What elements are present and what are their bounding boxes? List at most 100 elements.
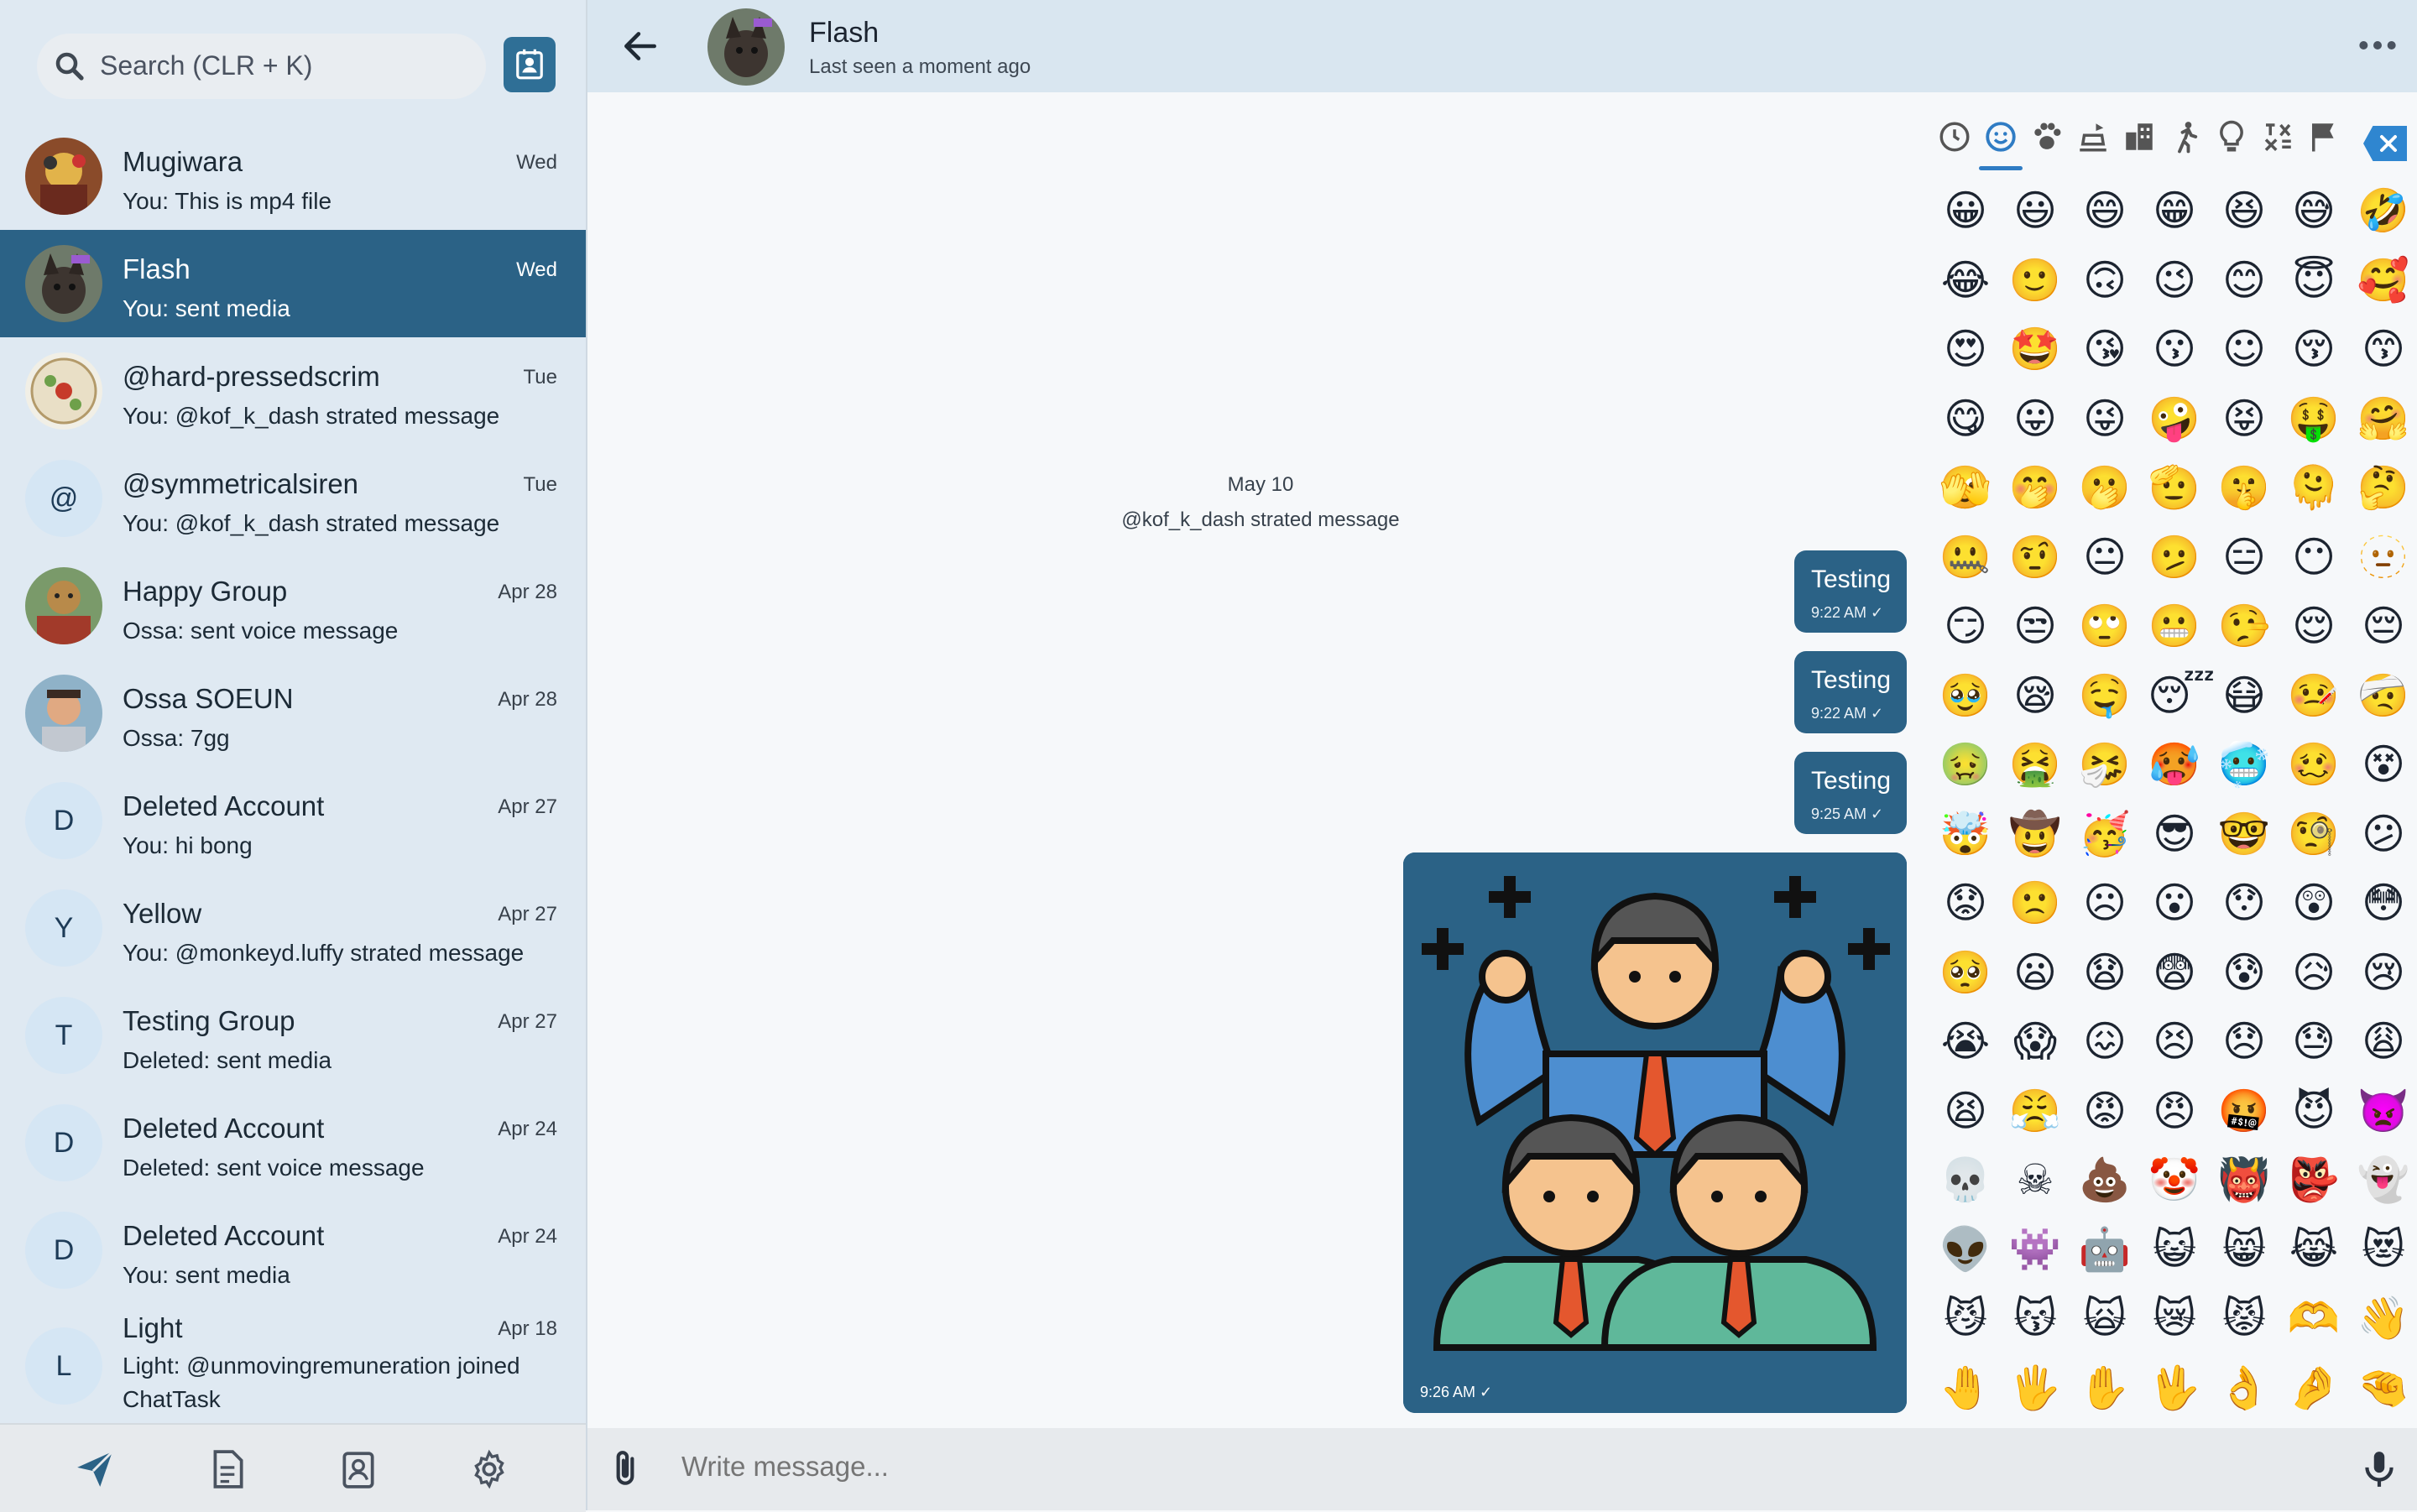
emoji-button[interactable]: 😩 [2357, 1012, 2410, 1071]
emoji-button[interactable]: 👺 [2287, 1150, 2341, 1209]
emoji-button[interactable]: 😕 [2357, 805, 2410, 863]
chat-item-hard-pressedscrim[interactable]: @hard-pressedscrim You: @kof_k_dash stra… [0, 337, 586, 445]
emoji-button[interactable]: 🫤 [2148, 528, 2201, 587]
emoji-button[interactable]: 😹 [2287, 1220, 2341, 1279]
emoji-button[interactable]: 🤑 [2287, 389, 2341, 448]
emoji-button[interactable]: 🥳 [2078, 805, 2132, 863]
attach-paperclip-icon[interactable] [604, 1448, 646, 1490]
emoji-button[interactable]: 🤚 [1939, 1358, 1992, 1417]
message-input[interactable] [680, 1450, 2194, 1483]
emoji-button[interactable]: 🤩 [2008, 320, 2062, 378]
emoji-button[interactable]: 😐 [2078, 528, 2132, 587]
more-options-icon[interactable] [2357, 30, 2399, 60]
emoji-button[interactable]: 🤢 [1939, 735, 1992, 794]
emoji-button[interactable]: 🖖 [2148, 1358, 2201, 1417]
emoji-button[interactable]: 😑 [2217, 528, 2271, 587]
emoji-button[interactable]: 😂 [1939, 251, 1992, 310]
header-avatar[interactable] [707, 8, 785, 86]
emoji-button[interactable]: 😞 [2217, 1012, 2271, 1071]
emoji-button[interactable]: 🥰 [2357, 251, 2410, 310]
emoji-button[interactable]: 👾 [2008, 1220, 2062, 1279]
emoji-button[interactable]: 🤠 [2008, 805, 2062, 863]
symbols-icon[interactable] [2260, 119, 2295, 154]
emoji-button[interactable]: 🤧 [2078, 735, 2132, 794]
emoji-button[interactable]: 😳 [2357, 873, 2410, 932]
contacts-button[interactable] [504, 37, 556, 92]
emoji-button[interactable]: 💀 [1939, 1150, 1992, 1209]
emoji-button[interactable]: 😥 [2287, 943, 2341, 1002]
emoji-button[interactable]: 😚 [2287, 320, 2341, 378]
image-message[interactable]: 9:26 AM ✓ [1403, 852, 1907, 1413]
emoji-button[interactable]: 😻 [2357, 1220, 2410, 1279]
emoji-button[interactable]: 😁 [2148, 181, 2201, 240]
contacts-book-icon[interactable] [337, 1448, 379, 1490]
emoji-button[interactable]: 😙 [2357, 320, 2410, 378]
emoji-button[interactable]: 🤌 [2287, 1358, 2341, 1417]
chat-item-light[interactable]: L Light Light: @unmovingremuneration joi… [0, 1304, 586, 1423]
emoji-button[interactable]: 👽 [1939, 1220, 1992, 1279]
emoji-button[interactable]: 😣 [2148, 1012, 2201, 1071]
emoji-button[interactable]: 😺 [2148, 1220, 2201, 1279]
emoji-button[interactable]: 😯 [2217, 873, 2271, 932]
emoji-button[interactable]: 🤥 [2217, 597, 2271, 655]
emoji-button[interactable]: 😝 [2217, 389, 2271, 448]
smileys-icon[interactable] [1983, 119, 2018, 154]
recent-icon[interactable] [1937, 119, 1972, 154]
chat-item-symmetricalsiren[interactable]: @ @symmetricalsiren You: @kof_k_dash str… [0, 445, 586, 552]
emoji-button[interactable]: 🤭 [2008, 458, 2062, 517]
emoji-button[interactable]: 😼 [1939, 1289, 1992, 1348]
emoji-button[interactable]: 🫣 [1939, 458, 1992, 517]
emoji-button[interactable]: 👻 [2357, 1150, 2410, 1209]
chat-item-deleted-account[interactable]: D Deleted Account You: sent media Apr 24 [0, 1197, 586, 1304]
emoji-button[interactable]: 😆 [2217, 181, 2271, 240]
emoji-button[interactable]: 😾 [2217, 1289, 2271, 1348]
emoji-button[interactable]: 🥶 [2217, 735, 2271, 794]
emoji-button[interactable]: 😿 [2148, 1289, 2201, 1348]
emoji-button[interactable]: 🥺 [1939, 943, 1992, 1002]
microphone-icon[interactable] [2358, 1447, 2400, 1492]
emoji-button[interactable]: 🤡 [2148, 1150, 2201, 1209]
emoji-button[interactable]: 🧐 [2287, 805, 2341, 863]
emoji-button[interactable]: 🤮 [2008, 735, 2062, 794]
emoji-button[interactable]: 😸 [2217, 1220, 2271, 1279]
emoji-button[interactable]: 😘 [2078, 320, 2132, 378]
emoji-button[interactable]: 😜 [2078, 389, 2132, 448]
emoji-button[interactable]: 😵 [2357, 735, 2410, 794]
emoji-button[interactable]: 😡 [2078, 1082, 2132, 1140]
emoji-button[interactable]: 😴 [2148, 666, 2215, 725]
emoji-button[interactable]: 😊 [2217, 251, 2271, 310]
emoji-button[interactable]: 😖 [2078, 1012, 2132, 1071]
emoji-button[interactable]: ☺ [2217, 320, 2271, 378]
emoji-button[interactable]: 😭 [1939, 1012, 1992, 1071]
message-bubble[interactable]: Testing 9:22 AM ✓ [1794, 550, 1907, 633]
emoji-button[interactable]: 😽 [2008, 1289, 2062, 1348]
emoji-button[interactable]: 🤣 [2357, 181, 2410, 240]
emoji-button[interactable]: 😋 [1939, 389, 1992, 448]
emoji-button[interactable]: 🙁 [2008, 873, 2062, 932]
emoji-button[interactable]: 👿 [2357, 1082, 2410, 1140]
chat-item-testing-group[interactable]: T Testing Group Deleted: sent media Apr … [0, 982, 586, 1089]
emoji-button[interactable]: 🖐 [2008, 1358, 2062, 1417]
emoji-button[interactable]: 🤬 [2217, 1082, 2271, 1140]
emoji-button[interactable]: 🤖 [2078, 1220, 2132, 1279]
emoji-button[interactable]: 🙃 [2078, 251, 2132, 310]
close-emoji-picker-button[interactable] [2363, 126, 2407, 161]
emoji-button[interactable]: 😠 [2148, 1082, 2201, 1140]
emoji-button[interactable]: 😬 [2148, 597, 2201, 655]
emoji-button[interactable]: 🙂 [2008, 251, 2062, 310]
emoji-button[interactable]: 🙄 [2078, 597, 2132, 655]
emoji-button[interactable]: 😤 [2008, 1082, 2062, 1140]
travel-icon[interactable] [2122, 119, 2157, 154]
chat-item-deleted-account[interactable]: D Deleted Account Deleted: sent voice me… [0, 1089, 586, 1197]
flags-icon[interactable] [2306, 119, 2341, 154]
emoji-button[interactable]: 🤓 [2217, 805, 2271, 863]
emoji-button[interactable]: 😗 [2148, 320, 2201, 378]
emoji-button[interactable]: 😏 [1939, 597, 1992, 655]
document-icon[interactable] [206, 1448, 248, 1490]
emoji-button[interactable]: 🫠 [2287, 458, 2341, 517]
activity-icon[interactable] [2168, 119, 2203, 154]
emoji-button[interactable]: 🤗 [2357, 389, 2410, 448]
emoji-button[interactable]: 🤔 [2357, 458, 2410, 517]
emoji-button[interactable]: 😌 [2287, 597, 2341, 655]
emoji-button[interactable]: 👋 [2357, 1289, 2410, 1348]
